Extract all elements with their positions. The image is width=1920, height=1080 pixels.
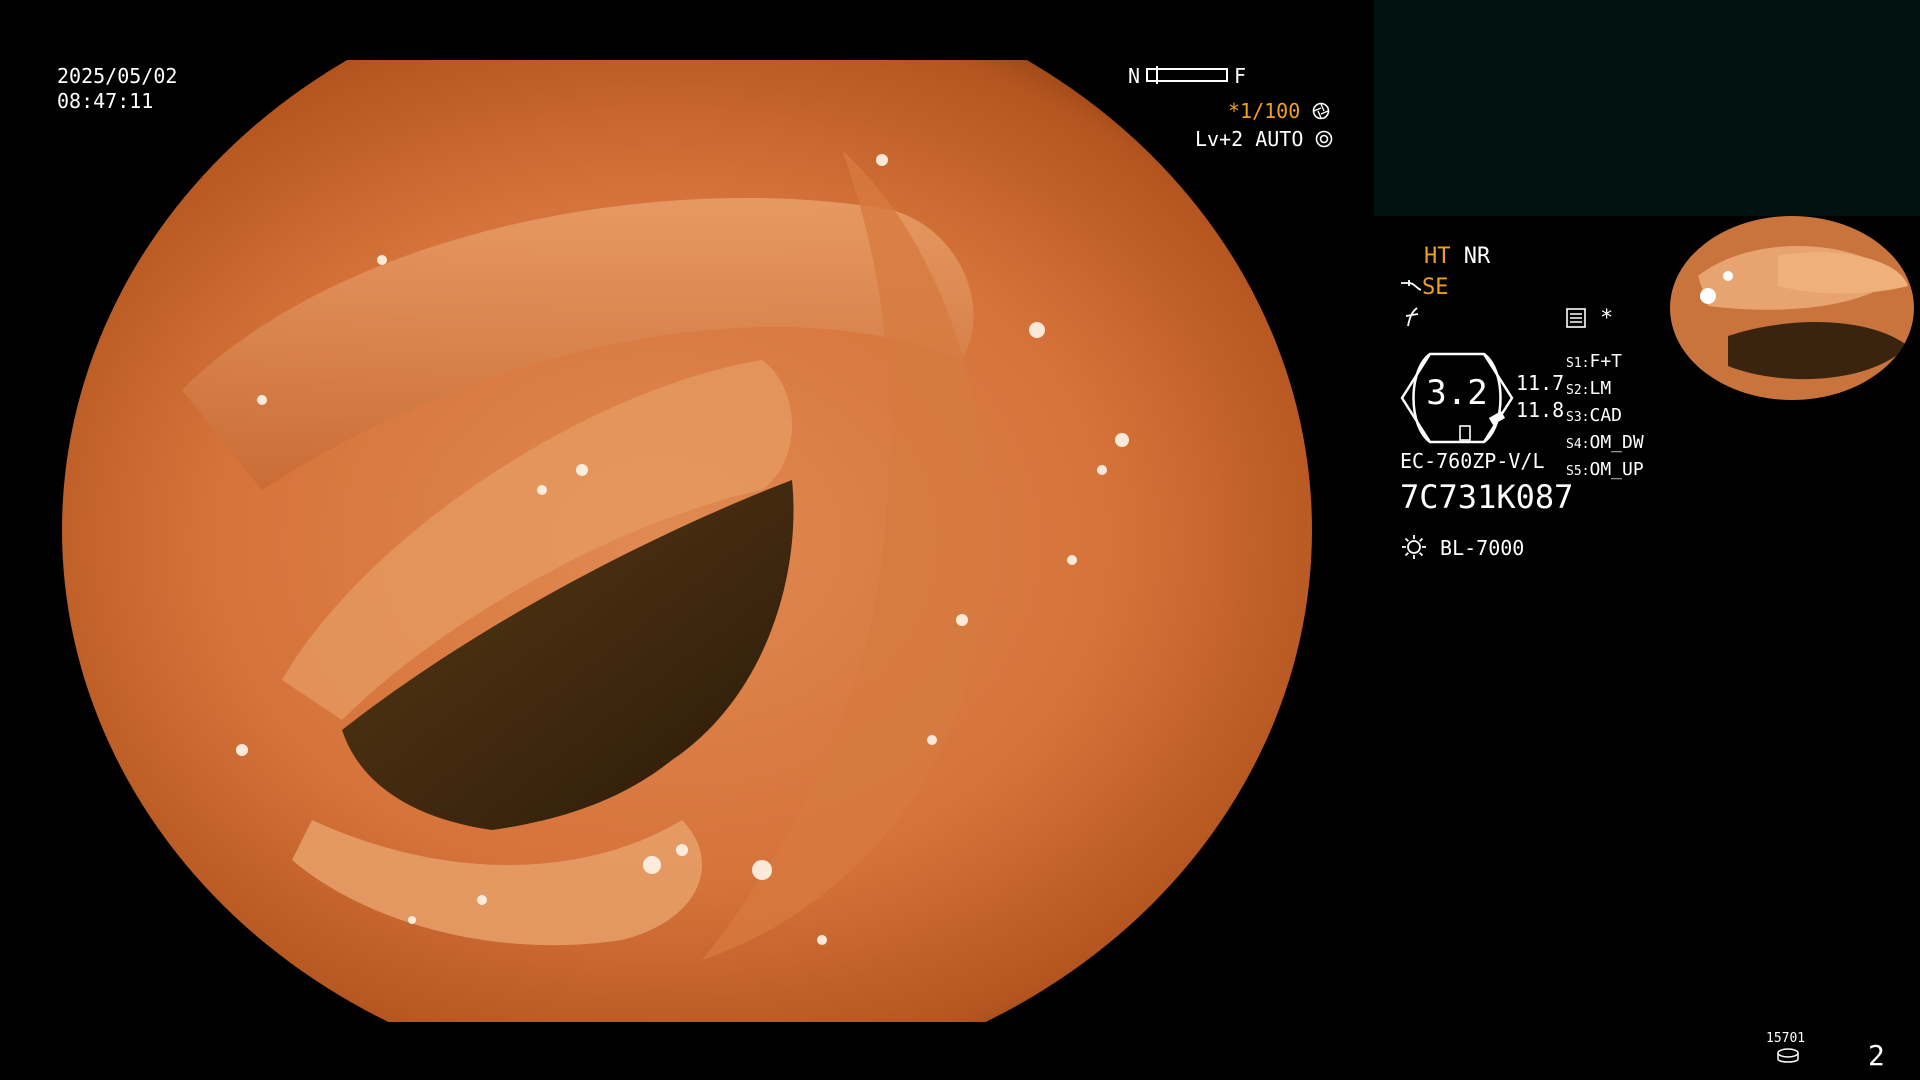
time-readout: 08:47:11 <box>57 89 154 113</box>
thumbnail-preview[interactable] <box>1668 216 1920 402</box>
aperture-icon <box>1312 101 1330 125</box>
colon-lumen-image <box>62 60 1312 1022</box>
memo-icon <box>1566 308 1586 332</box>
flash-icon <box>1402 306 1422 332</box>
iris-value: Lv+2 AUTO <box>1195 127 1304 151</box>
zoom-value: 3.2 <box>1426 373 1488 413</box>
scope-se-icon <box>1400 276 1422 300</box>
se-readout: SE <box>1400 276 1449 300</box>
scope-switch-item: S4:OM_DW <box>1566 432 1644 453</box>
scope-switch-item: S5:OM_UP <box>1566 459 1644 480</box>
scope-switch-item: S1:F+T <box>1566 351 1622 372</box>
light-source-readout: BL-7000 <box>1400 533 1524 566</box>
measure-bottom: 11.8 <box>1516 398 1565 422</box>
shutter-value: *1/100 <box>1228 99 1301 123</box>
image-counter: 15701 <box>1766 1031 1806 1046</box>
focus-bar <box>1146 66 1228 84</box>
disk-icon <box>1776 1048 1800 1068</box>
measure-top: 11.7 <box>1516 371 1565 395</box>
thumbnail-blank-area <box>1374 0 1920 216</box>
focus-near-label: N <box>1128 64 1141 88</box>
scope-model: EC-760ZP-V/L <box>1400 449 1545 473</box>
date-readout: 2025/05/02 <box>57 64 178 88</box>
scope-switch-item: S2:LM <box>1566 378 1612 399</box>
page-number: 2 <box>1868 1039 1885 1072</box>
scope-switch-list: S1:F+T S2:LM S3:CAD S4:OM_DW S5:OM_UP <box>1566 350 1644 484</box>
nr-label: NR <box>1463 244 1491 269</box>
ht-nr-readout: HT NR <box>1424 245 1490 269</box>
iris-readout: Lv+2 AUTO <box>1195 127 1333 153</box>
iris-icon <box>1315 129 1333 153</box>
sun-icon <box>1400 533 1428 566</box>
shutter-readout: *1/100 <box>1228 99 1330 125</box>
scope-serial: 7C731K087 <box>1400 478 1574 516</box>
se-label: SE <box>1422 275 1449 300</box>
focus-far-label: F <box>1234 64 1247 88</box>
scope-switch-item: S3:CAD <box>1566 405 1622 426</box>
focus-marker <box>1156 66 1158 84</box>
light-source-model: BL-7000 <box>1440 536 1525 560</box>
ht-label: HT <box>1424 244 1451 269</box>
star-indicator: * <box>1600 306 1614 331</box>
endoscope-view <box>62 60 1312 1022</box>
